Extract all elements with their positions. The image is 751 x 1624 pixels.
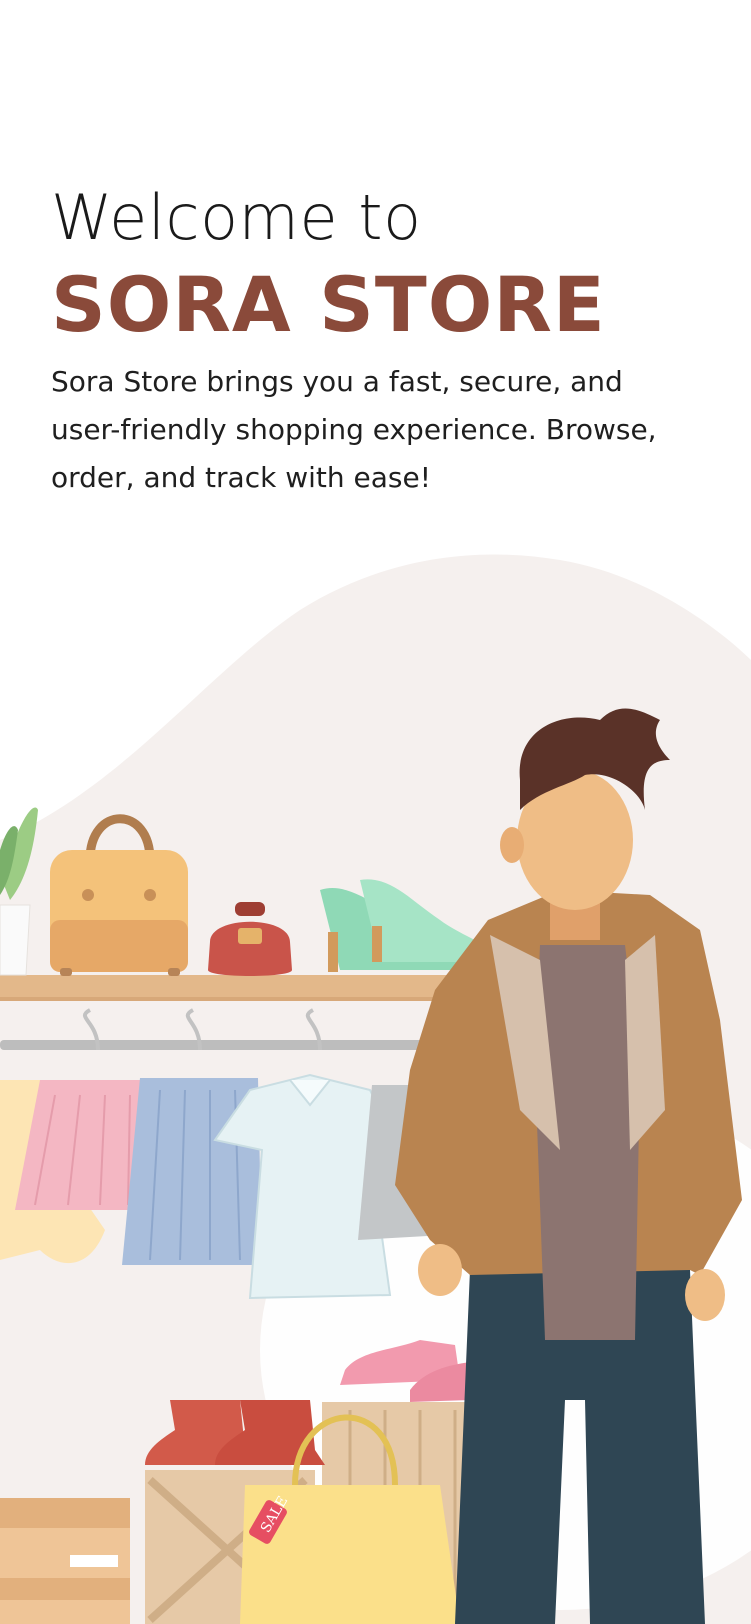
shirt-icon (535, 945, 640, 1340)
brand-title: SORA STORE (51, 260, 606, 349)
shelf-board (0, 975, 470, 999)
storage-box-icon (0, 1498, 130, 1624)
hero-text-block: Welcome to SORA STORE Sora Store brings … (51, 178, 721, 502)
clothes-rail (0, 1040, 450, 1050)
onboarding-screen: Welcome to SORA STORE Sora Store brings … (0, 0, 751, 1624)
tagline-text: Sora Store brings you a fast, secure, an… (51, 365, 657, 494)
shelf-edge (0, 997, 470, 1001)
store-illustration: SALE (0, 550, 751, 1624)
welcome-heading: Welcome to (51, 181, 422, 254)
